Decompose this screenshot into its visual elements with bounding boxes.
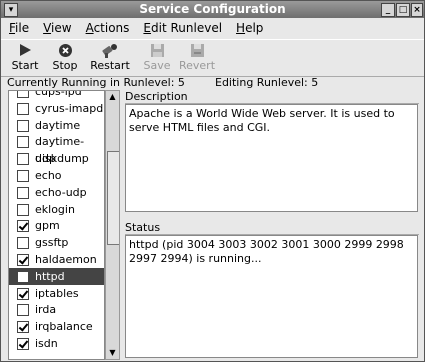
restart-label: Restart	[90, 59, 130, 72]
service-checkbox[interactable]	[17, 91, 29, 98]
service-name: httpd	[35, 269, 65, 283]
play-icon	[20, 44, 31, 56]
horizontal-divider[interactable]	[125, 213, 419, 217]
service-list-scrollbar[interactable]: ▲ ▼	[105, 90, 120, 360]
scroll-down-icon[interactable]: ▼	[106, 347, 119, 359]
stop-icon	[58, 43, 72, 57]
service-name: irqbalance	[35, 320, 93, 334]
service-checkbox[interactable]	[17, 170, 29, 182]
status-text: httpd (pid 3004 3003 3002 3001 3000 2999…	[125, 235, 418, 358]
revert-icon	[190, 43, 204, 57]
service-row[interactable]: iptables	[9, 285, 104, 302]
editing-runlevel: Editing Runlevel: 5	[215, 76, 319, 89]
restart-button[interactable]: Restart	[87, 41, 133, 75]
maximize-icon[interactable]: □	[396, 3, 410, 17]
window-title: Service Configuration	[139, 2, 286, 16]
service-name: diskdump	[35, 152, 89, 166]
title-bar: ▾ Service Configuration _ □ ×	[1, 1, 424, 18]
service-name: cups-lpd	[35, 90, 82, 98]
service-checkbox[interactable]	[17, 153, 29, 166]
service-name: echo	[35, 169, 62, 182]
runlevel-info: Currently Running in Runlevel: 5 Editing…	[1, 76, 424, 90]
revert-label: Revert	[178, 59, 216, 72]
toolbar: Start Stop Restart Save Revert	[1, 39, 424, 77]
save-icon	[150, 43, 164, 57]
service-name: gssftp	[35, 236, 69, 250]
service-row[interactable]: daytime	[9, 117, 104, 134]
service-row[interactable]: echo-udp	[9, 184, 104, 201]
service-checkbox[interactable]	[17, 304, 29, 317]
menu-bar: File View Actions Edit Runlevel Help	[1, 19, 424, 38]
service-checkbox[interactable]	[17, 119, 29, 132]
window-menu-icon[interactable]: ▾	[4, 3, 18, 17]
service-name: daytime	[35, 118, 81, 132]
service-row[interactable]: irqbalance	[9, 318, 104, 335]
service-name: haldaemon	[35, 253, 97, 266]
scroll-up-icon[interactable]: ▲	[106, 91, 119, 103]
menu-edit-runlevel[interactable]: Edit Runlevel	[135, 19, 228, 38]
service-row[interactable]: daytime-udp	[9, 133, 104, 165]
service-row[interactable]: cups-lpd	[9, 90, 104, 100]
service-checkbox[interactable]	[17, 186, 29, 199]
stop-label: Stop	[52, 59, 78, 72]
service-row[interactable]: httpd	[9, 267, 104, 285]
service-name: eklogin	[35, 202, 75, 216]
start-button[interactable]: Start	[9, 41, 41, 75]
service-row[interactable]: eklogin	[9, 201, 104, 218]
service-row[interactable]: gpm	[9, 217, 104, 234]
service-checkbox[interactable]	[17, 220, 29, 233]
service-row[interactable]: diskdump	[9, 150, 104, 167]
service-name: isdn	[35, 337, 58, 350]
service-row[interactable]: echo	[9, 167, 104, 184]
service-name: iptables	[35, 286, 79, 300]
current-runlevel: Currently Running in Runlevel: 5	[7, 76, 185, 89]
service-name: cyrus-imapd	[35, 101, 104, 115]
service-name: irda	[35, 303, 57, 317]
description-text: Apache is a World Wide Web server. It is…	[125, 104, 418, 212]
save-label: Save	[143, 59, 171, 72]
service-checkbox[interactable]	[17, 203, 29, 216]
service-row[interactable]: gssftp	[9, 234, 104, 251]
menu-file[interactable]: File	[1, 19, 35, 38]
service-checkbox[interactable]	[17, 254, 29, 266]
service-checkbox[interactable]	[17, 287, 29, 300]
save-button[interactable]: Save	[141, 41, 173, 75]
service-checkbox[interactable]	[17, 270, 29, 283]
service-checkbox[interactable]	[17, 102, 29, 115]
service-configuration-window: ▾ Service Configuration _ □ × File View Ac…	[0, 0, 425, 362]
minimize-icon[interactable]: _	[381, 3, 395, 17]
service-checkbox[interactable]	[17, 321, 29, 334]
service-row[interactable]: cyrus-imapd	[9, 100, 104, 117]
service-name: gpm	[35, 219, 60, 233]
description-title: Description	[125, 90, 419, 104]
menu-actions[interactable]: Actions	[78, 19, 136, 38]
service-checkbox[interactable]	[17, 136, 29, 149]
menu-help[interactable]: Help	[228, 19, 269, 38]
stop-button[interactable]: Stop	[47, 41, 83, 75]
menu-view[interactable]: View	[35, 19, 77, 38]
service-row[interactable]: isdn	[9, 335, 104, 352]
restart-icon	[102, 43, 117, 58]
service-row[interactable]: irda	[9, 301, 104, 318]
service-name: echo-udp	[35, 185, 87, 199]
service-checkbox[interactable]	[17, 338, 29, 350]
service-row[interactable]: haldaemon	[9, 251, 104, 268]
start-label: Start	[11, 59, 39, 72]
close-icon[interactable]: ×	[411, 3, 423, 17]
status-title: Status	[125, 221, 419, 235]
service-list[interactable]: cups-lpd cyrus-imapd daytime daytime-udp dis…	[8, 90, 105, 360]
revert-button[interactable]: Revert	[177, 41, 217, 75]
service-checkbox[interactable]	[17, 237, 29, 250]
